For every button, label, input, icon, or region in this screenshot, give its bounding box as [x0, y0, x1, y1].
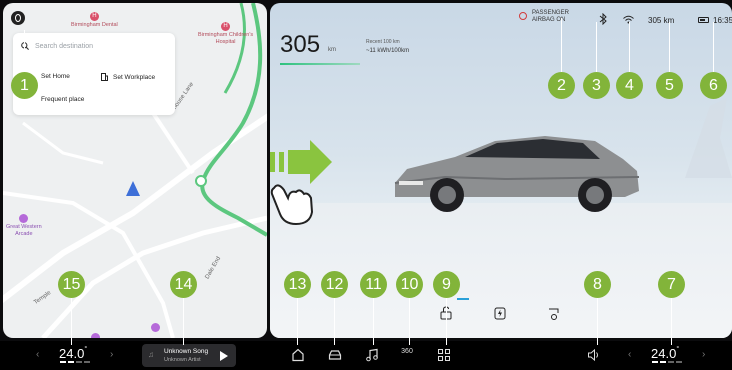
energy-consumption: ~11 kWh/100km	[366, 48, 410, 54]
search-card: Search destination Set Home Set Workplac…	[13, 33, 175, 115]
callout-badge: 4	[616, 72, 643, 99]
search-icon	[21, 42, 29, 50]
callout-badge: 14	[170, 271, 197, 298]
airbag-icon	[519, 12, 527, 20]
charge-icon[interactable]	[492, 306, 508, 322]
poi-dental[interactable]: H Birmingham Dental	[71, 12, 118, 29]
vehicle-image	[394, 136, 640, 212]
song-artist: Unknown Artist	[164, 357, 201, 363]
search-placeholder: Search destination	[35, 42, 93, 50]
speed-indicator-bar	[280, 63, 360, 65]
callout-line	[669, 22, 670, 72]
chevron-left-icon[interactable]: ‹	[628, 349, 631, 360]
callout-badge: 2	[548, 72, 575, 99]
hospital-icon: H	[89, 12, 99, 21]
apps-grid-icon[interactable]	[436, 348, 452, 365]
set-home-button[interactable]: Set Home	[41, 73, 70, 80]
volume-icon[interactable]	[586, 348, 602, 365]
callout-badge: 3	[583, 72, 610, 99]
callout-badge: 7	[658, 271, 685, 298]
battery-icon	[698, 17, 709, 23]
airbag-status: PASSENGER AIRBAG ON	[532, 10, 569, 23]
speed-value: 305	[280, 31, 321, 58]
hospital-icon: H	[221, 22, 231, 31]
poi-marker-2[interactable]	[151, 323, 160, 333]
callout-badge: 8	[584, 271, 611, 298]
poi-arcade[interactable]: Great Western Arcade	[6, 214, 42, 238]
driver-temperature-level	[60, 361, 90, 363]
callout-line	[596, 22, 597, 72]
active-control-indicator	[457, 298, 469, 300]
current-location-icon	[126, 181, 140, 196]
chevron-right-icon[interactable]: ›	[702, 349, 705, 360]
chevron-left-icon[interactable]: ‹	[36, 349, 39, 360]
callout-line	[629, 22, 630, 72]
frequent-place-button[interactable]: Frequent place	[41, 96, 84, 103]
callout-badge: 6	[700, 72, 727, 99]
music-note-icon: ♫	[148, 350, 154, 359]
bluetooth-icon	[599, 13, 607, 25]
building-icon	[101, 73, 108, 81]
quick-controls	[438, 306, 562, 322]
background-plane-tail	[685, 98, 732, 178]
passenger-temperature[interactable]: 24.0°	[651, 346, 679, 361]
screen: H Birmingham Dental H Birmingham Childre…	[0, 0, 732, 370]
set-workplace-button[interactable]: Set Workplace	[101, 73, 155, 81]
callout-badge: 1	[11, 72, 38, 99]
hand-pointer-icon	[270, 184, 314, 226]
callout-badge: 5	[656, 72, 683, 99]
callout-badge: 15	[58, 271, 85, 298]
play-icon[interactable]	[220, 351, 228, 361]
chevron-right-icon[interactable]: ›	[110, 349, 113, 360]
range-status: 305 km	[648, 16, 675, 25]
callout-line	[713, 22, 714, 72]
camera-360-icon[interactable]: 360	[399, 348, 415, 355]
clock: 16:35	[713, 16, 732, 25]
media-player[interactable]: ♫ Unknown Song Unknown Artist	[142, 344, 236, 367]
driver-temperature[interactable]: 24.0°	[59, 346, 87, 361]
poi-childrens-hospital[interactable]: H Birmingham Children's Hospital	[198, 22, 253, 46]
recent-label: Recent 100 km	[366, 39, 400, 45]
profile-icon[interactable]	[11, 11, 25, 25]
home-icon[interactable]	[290, 348, 306, 365]
shopping-icon	[151, 323, 160, 332]
passenger-temperature-level	[652, 361, 682, 363]
shopping-icon	[91, 333, 100, 338]
music-icon[interactable]	[364, 348, 380, 365]
callout-badge: 11	[360, 271, 387, 298]
callout-badge: 10	[396, 271, 423, 298]
shopping-icon	[19, 214, 29, 223]
poi-marker[interactable]	[91, 333, 100, 338]
callout-line	[561, 18, 562, 73]
callout-badge: 12	[321, 271, 348, 298]
charging-port-icon[interactable]	[546, 306, 562, 322]
song-title: Unknown Song	[164, 348, 209, 355]
map-panel[interactable]: H Birmingham Dental H Birmingham Childre…	[3, 3, 267, 338]
car-settings-icon[interactable]	[327, 348, 343, 365]
search-input[interactable]: Search destination	[21, 42, 93, 50]
bottom-bar: ‹ 24.0° › ♫ Unknown Song Unknown Artist …	[0, 341, 732, 370]
callout-badge: 13	[284, 271, 311, 298]
callout-badge: 9	[433, 271, 460, 298]
speed-unit: km	[328, 47, 336, 53]
